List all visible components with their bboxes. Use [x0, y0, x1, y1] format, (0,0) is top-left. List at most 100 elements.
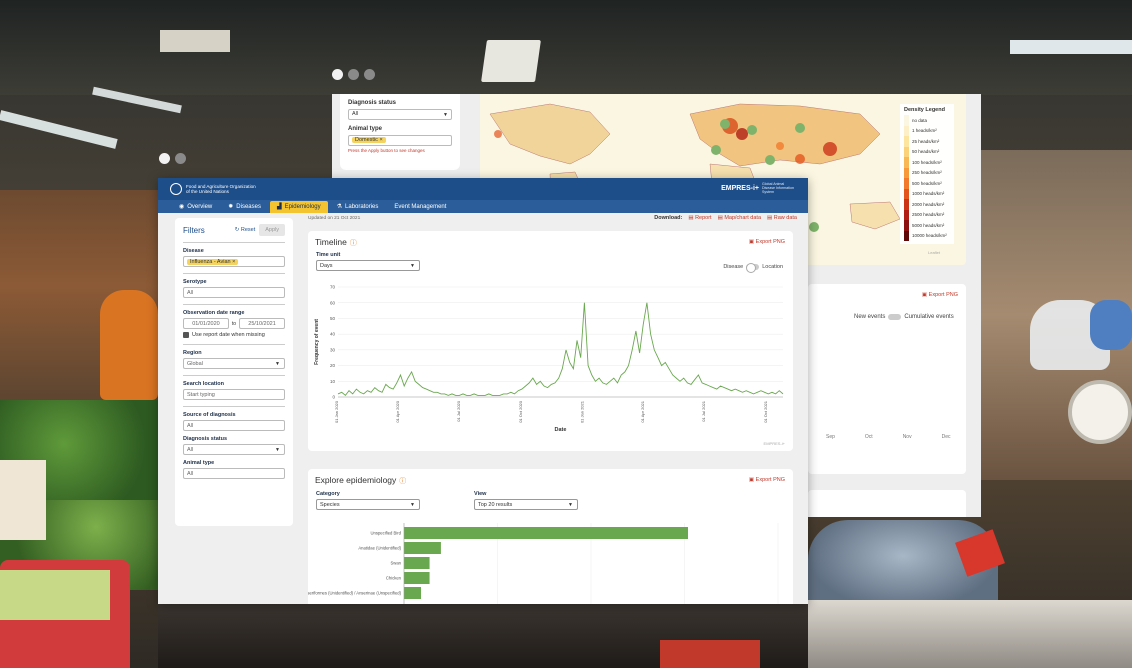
app-window: Food and Agriculture Organization of the… — [158, 178, 808, 604]
toggle-right-label: Cumulative events — [904, 314, 954, 320]
bar — [404, 587, 422, 599]
legend-label: 2000 heads/km² — [912, 201, 945, 207]
explore-epidemiology-card: Explore epidemiology ⓘ ▣ Export PNG Categ… — [308, 469, 793, 604]
bar-category-label: Swan — [391, 561, 402, 566]
tab-epidemiology[interactable]: ▟ Epidemiology — [269, 201, 328, 213]
image-icon: ▣ — [921, 292, 929, 298]
serotype-select[interactable]: All — [183, 287, 285, 298]
tab-label: Overview — [187, 203, 213, 210]
select-value: Global — [187, 361, 203, 367]
empres-brand[interactable]: EMPRES-i+ Global Animal Disease Informat… — [721, 182, 796, 195]
y-tick-label: 40 — [330, 332, 336, 337]
carousel-dot[interactable] — [348, 69, 359, 80]
legend-swatch — [904, 146, 909, 157]
y-tick-label: 0 — [332, 395, 335, 400]
filter-chip[interactable]: Domestic × — [352, 137, 386, 143]
region-select[interactable]: Global ▼ — [183, 358, 285, 369]
legend-swatch — [904, 125, 909, 136]
diagnosis-status-select[interactable]: All ▼ — [183, 444, 285, 455]
legend-label: 1 heads/km² — [912, 128, 937, 134]
bar — [404, 542, 441, 554]
legend-swatch — [904, 115, 909, 126]
toggle-switch[interactable] — [888, 314, 902, 320]
updated-date: Updated on 21 Oct 2021 — [308, 215, 361, 221]
animal-type-select[interactable]: All — [183, 468, 285, 479]
legend-row: 2500 heads/km² — [904, 209, 950, 220]
diagnosis-status-select[interactable]: All ▼ — [348, 109, 452, 120]
filters-header: Filters ↻ Reset Apply — [183, 224, 285, 236]
x-tick-label: 01 Apr 2021 — [640, 400, 645, 422]
download-label: Download: — [654, 215, 683, 221]
date-to-input[interactable]: 25/10/2021 — [239, 318, 285, 329]
x-tick-label: 01 Oct 2021 — [763, 400, 768, 423]
filters-panel: Filters ↻ Reset Apply Disease Influenza … — [175, 218, 293, 526]
region-label: Region — [183, 350, 202, 356]
tab-event-management[interactable]: Event Management — [387, 202, 453, 213]
y-axis-title: Frequency of event — [314, 319, 320, 365]
tab-label: Epidemiology — [284, 203, 321, 210]
filter-chip[interactable]: Influenza - Avian × — [187, 259, 239, 265]
month-axis: Sep Oct Nov Dec — [826, 434, 951, 440]
apply-button[interactable]: Apply — [259, 224, 285, 236]
tab-laboratories[interactable]: ⚗ Laboratories — [330, 201, 386, 213]
hanging-lamp — [481, 40, 541, 82]
y-tick-label: 60 — [330, 300, 336, 305]
plastic-bag — [1090, 300, 1132, 350]
serotype-label: Serotype — [183, 279, 207, 285]
legend-row: 1000 heads/km² — [904, 188, 950, 199]
month-label: Oct — [864, 434, 873, 440]
map-chart-data-download-link[interactable]: ▤ Map/chart data — [718, 215, 761, 221]
link-label: Raw data — [773, 215, 797, 221]
diagnosis-status-label: Diagnosis status — [348, 100, 397, 106]
globe-icon: ◉ — [179, 204, 185, 210]
select-value: All — [352, 111, 359, 117]
report-download-link[interactable]: ▤ Report — [688, 215, 711, 221]
legend-row: 10000 heads/km² — [904, 230, 950, 241]
weighing-scale — [1068, 380, 1132, 444]
red-crate — [660, 640, 760, 668]
carousel-dots-secondary — [159, 153, 186, 164]
carousel-dot[interactable] — [159, 153, 170, 164]
leaflet-attribution[interactable]: Leaflet — [928, 250, 940, 255]
legend-row: 25 heads/km² — [904, 136, 950, 147]
reset-button[interactable]: ↻ Reset — [235, 227, 256, 233]
app-header: Food and Agriculture Organization of the… — [158, 178, 808, 200]
legend-label: 250 heads/km² — [912, 170, 942, 176]
y-tick-label: 30 — [330, 347, 336, 352]
fao-logo[interactable]: Food and Agriculture Organization of the… — [170, 183, 256, 195]
disease-select[interactable]: Influenza - Avian × — [183, 256, 285, 267]
date-from-input[interactable]: 01/01/2020 — [183, 318, 229, 329]
brand-subtitle: Global Animal Disease Information System — [762, 182, 794, 194]
carousel-dot[interactable] — [364, 69, 375, 80]
filters-title: Filters — [183, 225, 205, 235]
timeline-chart: 0 10 20 30 40 50 60 70 01 Jan 2020 01 Apr 2020 01 … — [314, 285, 784, 433]
disease-label: Disease — [183, 248, 204, 254]
export-png-button[interactable]: ▣ Export PNG — [922, 292, 958, 298]
org-name-line2: of the United Nations — [186, 189, 229, 194]
legend-row: 1 heads/km² — [904, 125, 950, 136]
animal-type-select[interactable]: Domestic × — [348, 135, 452, 146]
legend-swatch — [904, 209, 909, 220]
tab-overview[interactable]: ◉ Overview — [172, 201, 219, 213]
events-toggle[interactable]: New events Cumulative events — [854, 314, 954, 320]
caret-down-icon: ▼ — [275, 361, 280, 367]
tab-label: Diseases — [236, 203, 261, 210]
legend-swatch — [904, 167, 909, 178]
divider — [183, 273, 285, 274]
y-tick-label: 20 — [330, 363, 336, 368]
carousel-dots — [332, 69, 375, 80]
tab-diseases[interactable]: ✹ Diseases — [221, 201, 268, 213]
legend-label: 10000 heads/km² — [912, 233, 947, 239]
divider — [183, 406, 285, 407]
raw-data-download-link[interactable]: ▤ Raw data — [767, 215, 797, 221]
use-report-date-checkbox[interactable]: Use report date when missing — [183, 332, 285, 338]
apply-hint: Press the Apply button to see changes — [348, 148, 425, 153]
back-card — [808, 490, 966, 517]
carousel-dot[interactable] — [175, 153, 186, 164]
main-nav: ◉ Overview ✹ Diseases ▟ Epidemiology ⚗ Labor… — [158, 200, 808, 213]
legend-title: Density Legend — [904, 107, 945, 113]
carousel-dot[interactable] — [332, 69, 343, 80]
search-location-input[interactable]: Start typing — [183, 389, 285, 400]
vendor-figure — [100, 290, 158, 400]
source-select[interactable]: All — [183, 420, 285, 431]
